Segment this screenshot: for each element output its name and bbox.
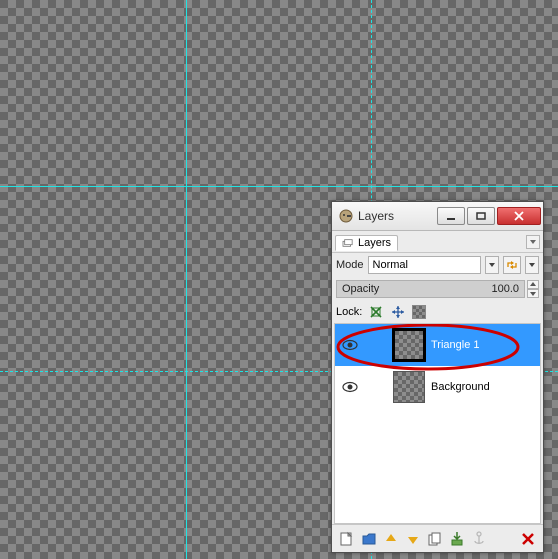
opacity-label: Opacity <box>342 283 491 295</box>
opacity-spinner <box>527 280 539 298</box>
panel-menu-button[interactable] <box>526 235 540 249</box>
window-title: Layers <box>358 209 435 223</box>
layer-name[interactable]: Background <box>427 381 540 393</box>
layer-toolbar <box>332 524 543 552</box>
anchor-layer-button[interactable] <box>470 530 488 548</box>
layers-panel-window: Layers Layers Mode <box>331 201 544 553</box>
lower-layer-button[interactable] <box>404 530 422 548</box>
eye-icon <box>342 339 358 351</box>
tab-label: Layers <box>358 237 391 249</box>
mode-label: Mode <box>336 259 364 271</box>
lock-position-icon[interactable] <box>390 304 406 320</box>
blend-mode-caret[interactable] <box>485 256 499 274</box>
merge-down-button[interactable] <box>448 530 466 548</box>
layers-icon <box>342 238 354 248</box>
duplicate-layer-button[interactable] <box>426 530 444 548</box>
guide-vertical[interactable] <box>186 0 187 559</box>
close-button[interactable] <box>497 207 541 225</box>
lock-row: Lock: <box>332 301 543 323</box>
layer-row[interactable]: Triangle 1 <box>335 324 540 366</box>
visibility-toggle[interactable] <box>335 381 365 393</box>
opacity-slider[interactable]: Opacity 100.0 <box>336 280 525 298</box>
lock-pixels-icon[interactable] <box>368 304 384 320</box>
layers-list: Triangle 1 Background <box>334 323 541 524</box>
visibility-toggle[interactable] <box>335 339 365 351</box>
guide-horizontal[interactable] <box>0 186 558 187</box>
app-icon <box>338 208 354 224</box>
layer-row[interactable]: Background <box>335 366 540 408</box>
minimize-button[interactable] <box>437 207 465 225</box>
lock-alpha-icon[interactable] <box>412 305 426 319</box>
raise-layer-button[interactable] <box>382 530 400 548</box>
mode-extra-caret[interactable] <box>525 256 539 274</box>
window-titlebar[interactable]: Layers <box>332 202 543 231</box>
opacity-up-button[interactable] <box>527 280 539 289</box>
panel-tab-bar: Layers <box>332 231 543 253</box>
lock-label: Lock: <box>336 306 362 318</box>
mode-switch-button[interactable] <box>503 256 521 274</box>
layer-name[interactable]: Triangle 1 <box>427 339 540 351</box>
tab-layers[interactable]: Layers <box>335 235 398 251</box>
eye-icon <box>342 381 358 393</box>
opacity-down-button[interactable] <box>527 289 539 298</box>
blend-mode-row: Mode Normal <box>332 253 543 277</box>
maximize-button[interactable] <box>467 207 495 225</box>
blend-mode-value: Normal <box>373 259 476 271</box>
delete-layer-button[interactable] <box>519 530 537 548</box>
layer-thumbnail[interactable] <box>393 371 425 403</box>
opacity-row: Opacity 100.0 <box>332 277 543 301</box>
blend-mode-dropdown[interactable]: Normal <box>368 256 481 274</box>
new-layer-button[interactable] <box>338 530 356 548</box>
layer-thumbnail[interactable] <box>393 329 425 361</box>
opacity-value: 100.0 <box>491 283 519 295</box>
new-layer-group-button[interactable] <box>360 530 378 548</box>
